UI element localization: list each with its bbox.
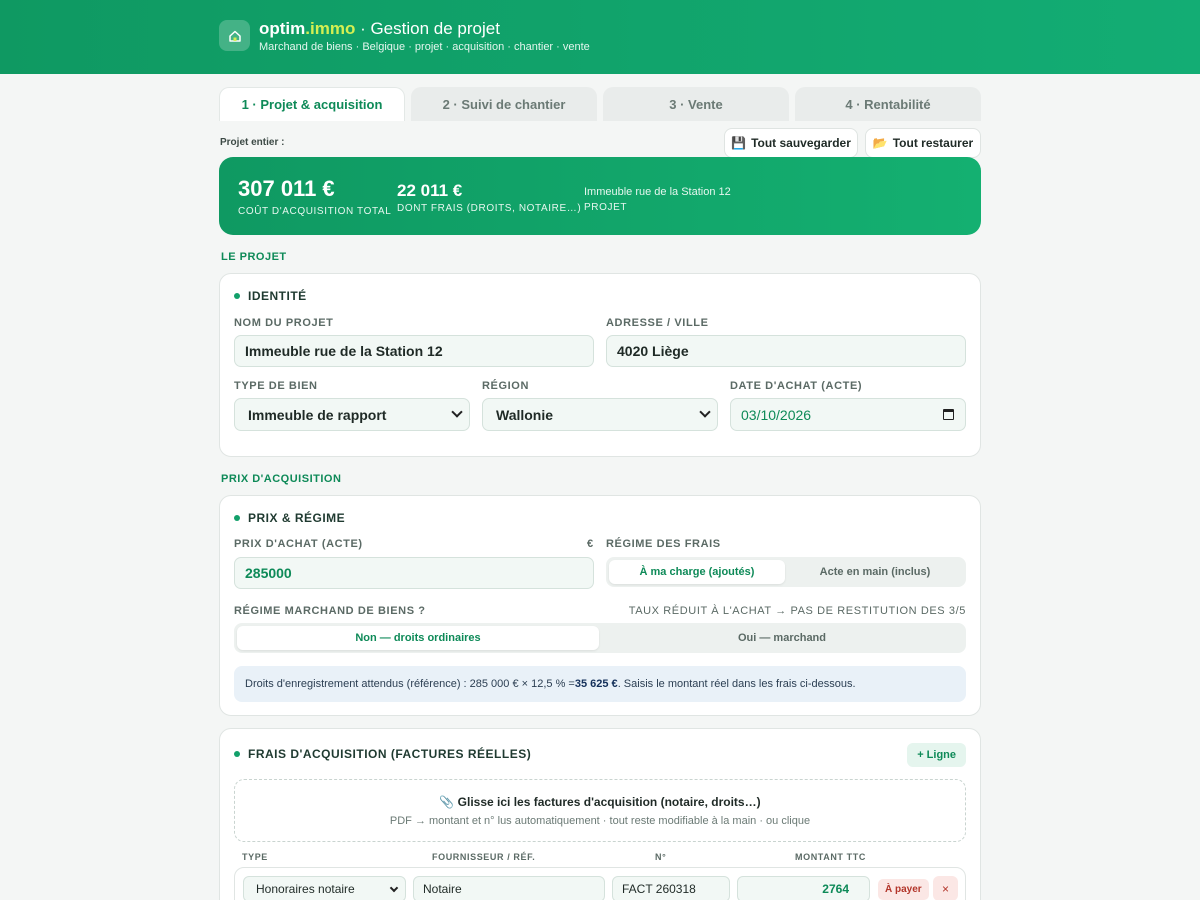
fee-amount-input[interactable]: 2764 [737, 876, 870, 900]
app-tagline: Marchand de biens · Belgique · projet · … [259, 41, 590, 53]
purchase-date-label: DATE D'ACHAT (ACTE) [730, 380, 863, 392]
tab-rentabilite[interactable]: 4 · Rentabilité [795, 87, 981, 121]
property-type-label: TYPE DE BIEN [234, 380, 318, 392]
bullet-dot [234, 751, 240, 757]
bullet-dot [234, 293, 240, 299]
dropzone-title: 📎 Glisse ici les factures d'acquisition … [439, 794, 761, 809]
chevron-down-icon [699, 406, 711, 418]
restore-all-button[interactable]: 📂 Tout restaurer [865, 128, 981, 158]
restore-all-label: Tout restaurer [892, 136, 974, 150]
status-badge[interactable]: À payer [878, 879, 929, 900]
purchase-price-input[interactable]: 285000 [234, 557, 594, 589]
address-input[interactable]: 4020 Liège [606, 335, 966, 367]
house-icon [219, 20, 250, 51]
column-header-number: N° [655, 852, 667, 862]
property-type-select[interactable]: Immeuble de rapport [234, 398, 470, 431]
folder-icon: 📂 [872, 136, 888, 150]
save-all-label: Tout sauvegarder [751, 136, 851, 150]
project-name-input[interactable]: Immeuble rue de la Station 12 [234, 335, 594, 367]
region-label: RÉGION [482, 380, 529, 392]
purchase-date-input[interactable]: 03/10/2026 [730, 398, 966, 431]
region-select[interactable]: Wallonie [482, 398, 718, 431]
tab-projet-acquisition[interactable]: 1 · Projet & acquisition [219, 87, 405, 121]
summary-project-label: PROJET [584, 202, 628, 213]
add-line-button[interactable]: + Ligne [907, 743, 966, 767]
fees-title: FRAIS D'ACQUISITION (FACTURES RÉELLES) [234, 747, 531, 761]
summary-project-name: Immeuble rue de la Station 12 [584, 186, 731, 198]
project-scope-label: Projet entier : [220, 137, 285, 148]
tab-vente[interactable]: 3 · Vente [603, 87, 789, 121]
regime-option-inclus[interactable]: Acte en main (inclus) [787, 560, 963, 584]
marchand-option-oui[interactable]: Oui — marchand [601, 626, 963, 650]
marchand-regime-hint: TAUX RÉDUIT À L'ACHAT → PAS DE RESTITUTI… [628, 605, 966, 617]
column-header-amount: MONTANT TTC [795, 852, 866, 862]
delete-row-button[interactable]: × [933, 876, 958, 900]
invoice-dropzone[interactable]: 📎 Glisse ici les factures d'acquisition … [234, 779, 966, 842]
fees-value: 22 011 € [397, 181, 463, 200]
identity-card: IDENTITÉ NOM DU PROJET Immeuble rue de l… [219, 273, 981, 457]
table-row: Honoraires notaire Notaire FACT 260318 2… [234, 867, 966, 900]
tab-suivi-chantier[interactable]: 2 · Suivi de chantier [411, 87, 597, 121]
fees-regime-toggle: À ma charge (ajoutés) Acte en main (incl… [606, 557, 966, 587]
acquisition-summary-banner: 307 011 € COÛT D'ACQUISITION TOTAL 22 01… [219, 157, 981, 235]
chevron-down-icon [451, 406, 463, 418]
address-label: ADRESSE / VILLE [606, 317, 709, 329]
total-cost-value: 307 011 € [238, 176, 335, 201]
purchase-price-label: PRIX D'ACHAT (ACTE) [234, 538, 363, 550]
column-header-type: TYPE [242, 852, 268, 862]
marchand-regime-label: RÉGIME MARCHAND DE BIENS ? [234, 605, 426, 617]
price-card: PRIX & RÉGIME PRIX D'ACHAT (ACTE) € 2850… [219, 495, 981, 716]
section-projet-heading: LE PROJET [221, 251, 287, 263]
project-name-label: NOM DU PROJET [234, 317, 334, 329]
fees-regime-label: RÉGIME DES FRAIS [606, 538, 721, 550]
marchand-regime-toggle: Non — droits ordinaires Oui — marchand [234, 623, 966, 653]
chevron-down-icon [389, 883, 399, 893]
fee-number-input[interactable]: FACT 260318 [612, 876, 730, 900]
section-prix-heading: PRIX D'ACQUISITION [221, 473, 342, 485]
regime-option-ajoutes[interactable]: À ma charge (ajoutés) [609, 560, 785, 584]
marchand-option-non[interactable]: Non — droits ordinaires [237, 626, 599, 650]
currency-label: € [587, 538, 594, 550]
app-title: optim.immo · Gestion de projet [259, 19, 500, 38]
app-header: optim.immo · Gestion de projet Marchand … [0, 0, 1200, 74]
calendar-icon[interactable] [943, 409, 954, 420]
identity-title: IDENTITÉ [234, 289, 307, 303]
bullet-dot [234, 515, 240, 521]
paperclip-icon: 📎 [439, 794, 455, 809]
fees-label: DONT FRAIS (DROITS, NOTAIRE…) [397, 203, 582, 214]
column-header-supplier: FOURNISSEUR / RÉF. [432, 852, 536, 862]
floppy-disk-icon: 💾 [731, 136, 747, 150]
registration-fees-info: Droits d'enregistrement attendus (référe… [234, 666, 966, 702]
fee-type-select[interactable]: Honoraires notaire [243, 876, 406, 900]
acquisition-fees-card: FRAIS D'ACQUISITION (FACTURES RÉELLES) +… [219, 728, 981, 900]
dropzone-subtitle: PDF → montant et n° lus automatiquement … [389, 814, 811, 827]
save-all-button[interactable]: 💾 Tout sauvegarder [724, 128, 858, 158]
fee-supplier-input[interactable]: Notaire [413, 876, 605, 900]
total-cost-label: COÛT D'ACQUISITION TOTAL [238, 206, 392, 217]
price-title: PRIX & RÉGIME [234, 511, 345, 525]
